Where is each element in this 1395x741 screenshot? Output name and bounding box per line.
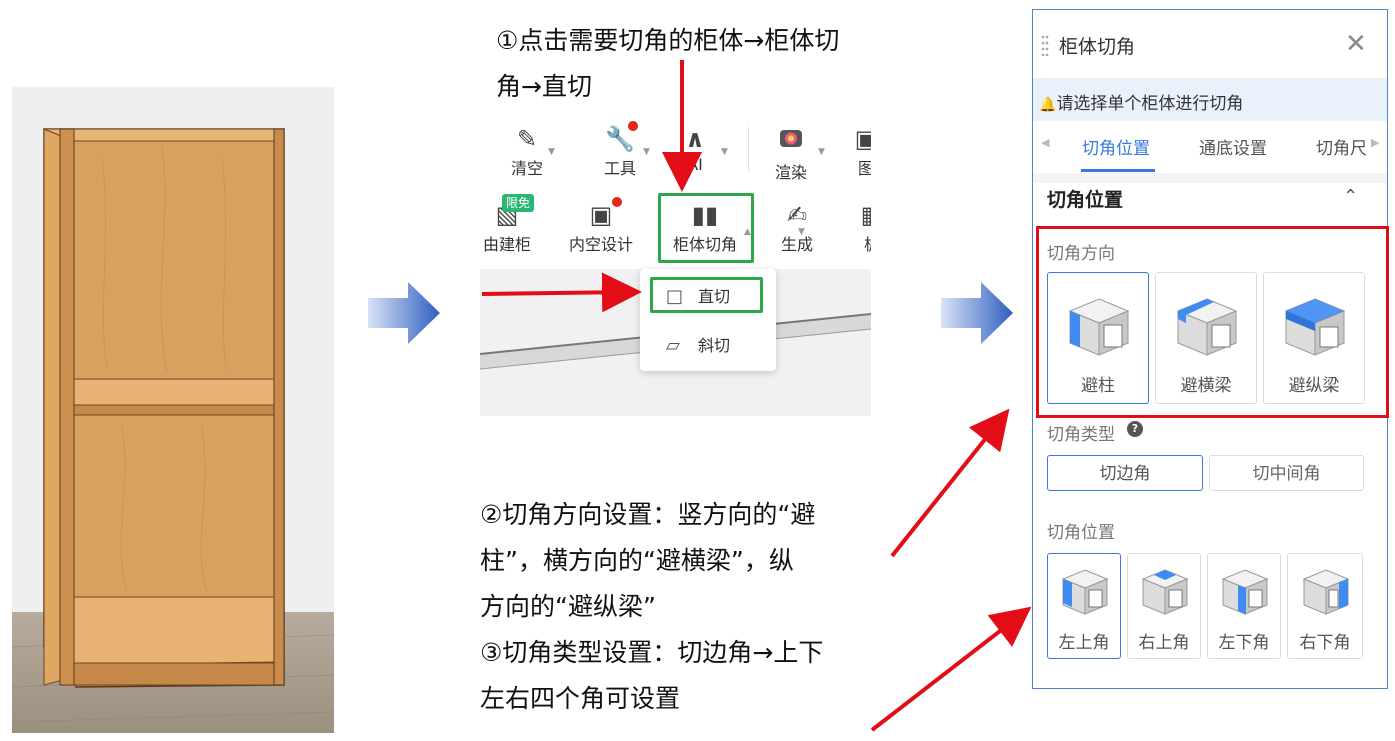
notice-text: 请选择单个柜体进行切角 [1056,94,1244,114]
tab-cut-position[interactable]: 切角位置 [1082,134,1150,159]
section-title: 切角位置 [1047,189,1124,211]
chevron-right-icon[interactable]: ▶ [1371,136,1379,149]
tab-cut-size[interactable]: 切角尺 [1316,134,1368,159]
tab-through-bottom[interactable]: 通底设置 [1199,134,1267,159]
top-left-cube-icon [1061,569,1109,615]
type-option-edge-corner[interactable]: 切边角 [1047,455,1203,491]
instruction-line: ②切角方向设置：竖方向的“避 [480,500,816,529]
instruction-line: ③切角类型设置：切边角→上下 [480,638,824,667]
panel-title: 柜体切角 [1059,36,1136,58]
position-option-label: 左上角 [1058,633,1110,653]
arrow-to-position [870,606,1032,732]
steps-2-3-instruction: ②切角方向设置：竖方向的“避 柱”，横方向的“避横梁”，纵 方向的“避纵梁” ③… [480,492,870,722]
position-option-bottom-right[interactable]: 右下角 [1287,553,1363,659]
chevron-left-icon[interactable]: ◀ [1041,136,1049,149]
position-option-bottom-left[interactable]: 左下角 [1207,553,1281,659]
chevron-up-icon[interactable]: ⌃ [1343,186,1358,207]
type-option-middle-corner[interactable]: 切中间角 [1209,455,1364,491]
arrow-to-direction [890,408,1010,558]
active-tab-indicator [1081,169,1155,172]
bell-icon: 🔔 [1039,97,1057,113]
position-option-top-right[interactable]: 右上角 [1127,553,1201,659]
instruction-line: 左右四个角可设置 [480,684,681,713]
position-option-top-left[interactable]: 左上角 [1047,553,1121,659]
top-right-cube-icon [1141,569,1189,615]
bottom-left-cube-icon [1221,569,1269,615]
help-icon[interactable]: ? [1127,421,1143,437]
position-option-label: 右上角 [1138,633,1190,653]
arrow-to-straight-cut [481,272,642,313]
position-label: 切角位置 [1047,523,1115,543]
notice-bar: 🔔请选择单个柜体进行切角 [1033,79,1387,121]
type-label: 切角类型 [1047,425,1115,445]
section-separator [1033,173,1387,183]
instruction-line: 柱”，横方向的“避横梁”，纵 [480,546,794,575]
drag-handle-icon[interactable] [1041,34,1049,56]
panel-header: 柜体切角 ✕ [1033,10,1387,79]
instruction-line: 方向的“避纵梁” [480,592,656,621]
position-option-label: 右下角 [1299,633,1351,653]
direction-highlight-box [1036,226,1389,418]
bottom-right-cube-icon [1302,569,1350,615]
panel-tabs: ◀ 切角位置 通底设置 切角尺 ▶ [1033,121,1387,174]
position-option-label: 左下角 [1218,633,1270,653]
close-icon[interactable]: ✕ [1345,29,1367,59]
